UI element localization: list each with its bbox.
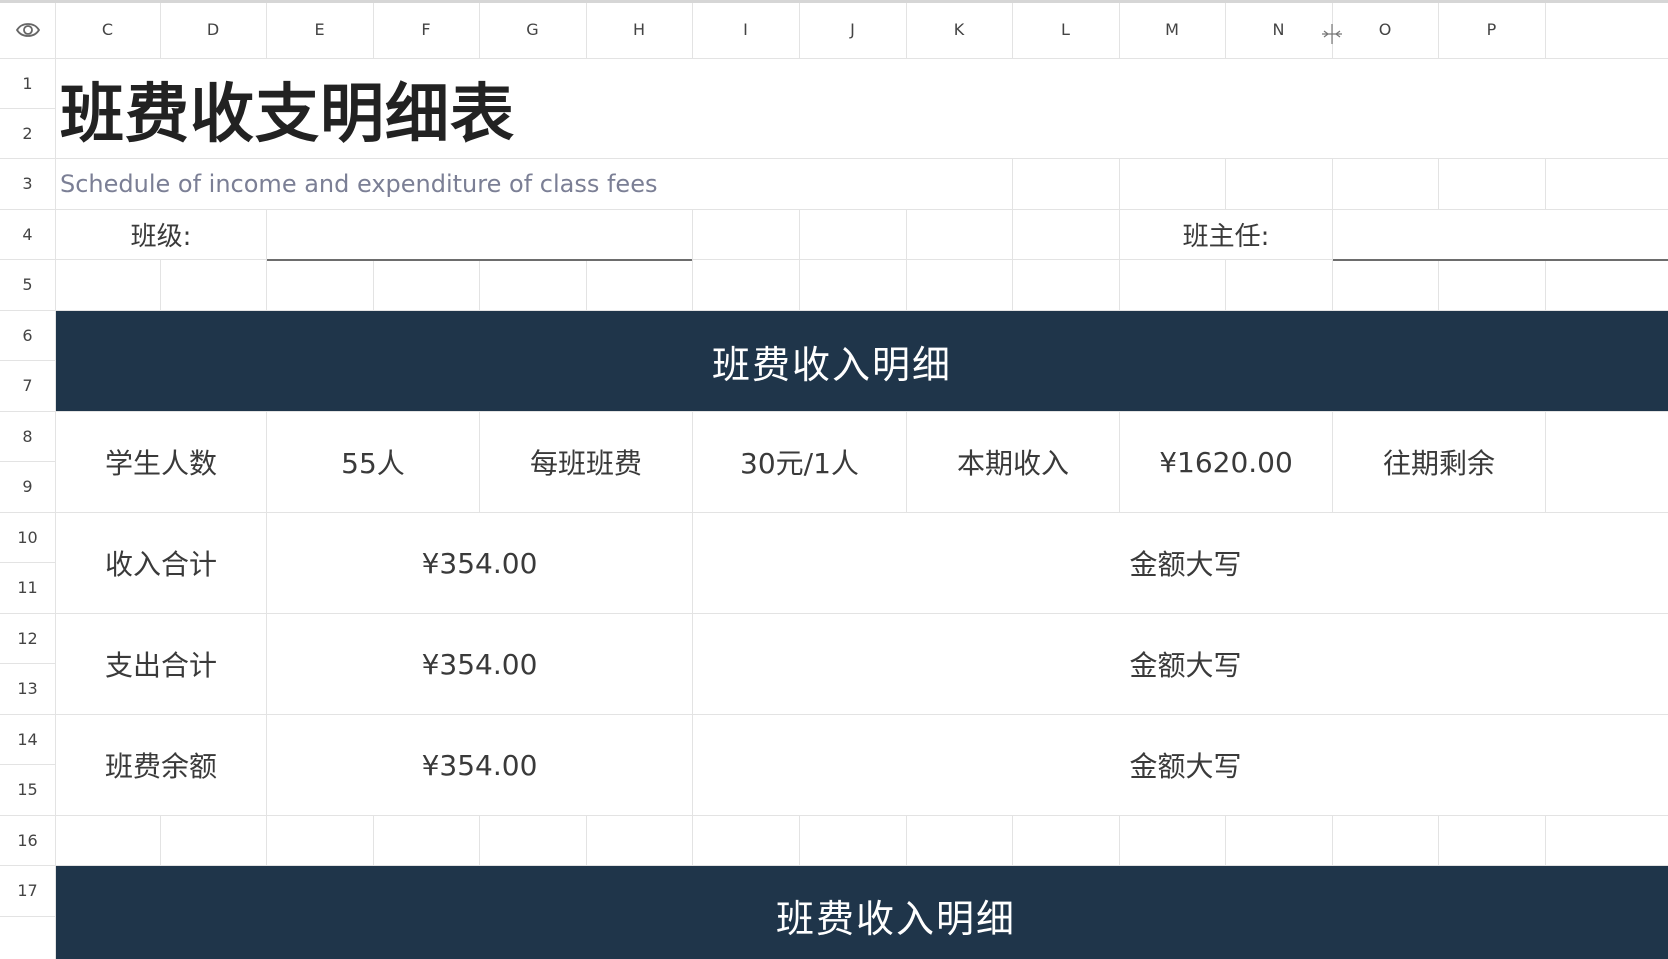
column-header[interactable]: D <box>160 0 266 58</box>
row-header[interactable]: 4 <box>0 209 55 259</box>
income-total-label-cell[interactable]: 收入合计 <box>56 513 266 613</box>
row-header[interactable]: 16 <box>0 815 55 865</box>
previous-label-cell[interactable]: 往期剩余 <box>1333 412 1545 512</box>
subtitle-cell[interactable]: Schedule of income and expenditure of cl… <box>56 159 910 209</box>
expense-total-label: 支出合计 <box>104 649 217 682</box>
visibility-toggle[interactable] <box>14 18 42 42</box>
income-value-cell[interactable]: ¥1620.00 <box>1120 412 1332 512</box>
income-section-header[interactable]: 班费收入明细 <box>56 311 1668 411</box>
students-value: 55人 <box>341 447 405 480</box>
column-header[interactable]: I <box>692 0 799 58</box>
teacher-label-cell[interactable]: 班主任: <box>1120 210 1332 259</box>
column-header[interactable]: K <box>906 0 1012 58</box>
income-total-amount-cell[interactable]: ¥354.00 <box>267 513 692 613</box>
balance-words-label: 金额大写 <box>1129 750 1242 783</box>
row-header[interactable]: 7 <box>0 360 55 410</box>
expense-total-words-cell[interactable]: 金额大写 <box>693 614 1668 714</box>
expense-total-words-label: 金额大写 <box>1129 649 1242 682</box>
row-header[interactable]: 13 <box>0 663 55 713</box>
row-header[interactable]: 11 <box>0 562 55 612</box>
column-header[interactable]: E <box>266 0 373 58</box>
column-resize-handle[interactable] <box>1320 22 1344 46</box>
balance-words-cell[interactable]: 金额大写 <box>693 715 1668 815</box>
balance-label-cell[interactable]: 班费余额 <box>56 715 266 815</box>
row-header[interactable]: 17 <box>0 865 55 915</box>
expense-section-header[interactable]: 班费收入明细 <box>56 866 1668 959</box>
expense-total-amount-cell[interactable]: ¥354.00 <box>267 614 692 714</box>
row-header[interactable]: 2 <box>0 108 55 158</box>
expense-total-label-cell[interactable]: 支出合计 <box>56 614 266 714</box>
row-header[interactable]: 8 <box>0 411 55 461</box>
column-header[interactable]: O <box>1332 0 1438 58</box>
fee-value: 30元/1人 <box>740 447 859 480</box>
class-label: 班级: <box>130 222 192 252</box>
students-label-cell[interactable]: 学生人数 <box>56 412 266 512</box>
column-header[interactable]: M <box>1119 0 1225 58</box>
column-header[interactable]: F <box>373 0 479 58</box>
column-header[interactable]: H <box>586 0 692 58</box>
row-header[interactable]: 10 <box>0 512 55 562</box>
income-label-cell[interactable]: 本期收入 <box>907 412 1119 512</box>
row-header[interactable]: 9 <box>0 461 55 511</box>
fee-label: 每班班费 <box>529 447 642 480</box>
previous-label: 往期剩余 <box>1382 447 1495 480</box>
balance-amount: ¥354.00 <box>421 748 538 782</box>
expense-total-amount: ¥354.00 <box>421 647 538 681</box>
row-header[interactable]: 15 <box>0 764 55 814</box>
eye-icon <box>15 23 41 37</box>
students-label: 学生人数 <box>104 447 217 480</box>
row-header[interactable]: 6 <box>0 310 55 360</box>
subtitle: Schedule of income and expenditure of cl… <box>60 170 658 198</box>
income-total-label: 收入合计 <box>104 548 217 581</box>
expense-section-title: 班费收入明细 <box>776 897 1017 941</box>
class-label-cell[interactable]: 班级: <box>56 210 266 259</box>
column-header[interactable]: N <box>1225 0 1332 58</box>
income-total-words-label: 金额大写 <box>1129 548 1242 581</box>
balance-amount-cell[interactable]: ¥354.00 <box>267 715 692 815</box>
column-header[interactable]: J <box>799 0 906 58</box>
row-header[interactable]: 5 <box>0 259 55 309</box>
income-total-words-cell[interactable]: 金额大写 <box>693 513 1668 613</box>
row-header[interactable]: 12 <box>0 613 55 663</box>
income-value: ¥1620.00 <box>1159 445 1293 479</box>
income-label: 本期收入 <box>956 447 1069 480</box>
column-header[interactable]: L <box>1012 0 1119 58</box>
balance-label: 班费余额 <box>104 750 217 783</box>
class-input-cell[interactable] <box>267 210 692 261</box>
fee-value-cell[interactable]: 30元/1人 <box>693 412 906 512</box>
row-header[interactable]: 14 <box>0 714 55 764</box>
resize-columns-icon <box>1322 24 1342 44</box>
column-header[interactable]: C <box>55 0 160 58</box>
income-total-amount: ¥354.00 <box>421 546 538 580</box>
teacher-label: 班主任: <box>1182 222 1270 252</box>
teacher-input-cell[interactable] <box>1333 210 1668 261</box>
income-section-title: 班费收入明细 <box>711 342 952 387</box>
column-header[interactable]: P <box>1438 0 1545 58</box>
column-header[interactable]: G <box>479 0 586 58</box>
row-header[interactable]: 1 <box>0 58 55 108</box>
fee-label-cell[interactable]: 每班班费 <box>480 412 692 512</box>
students-value-cell[interactable]: 55人 <box>267 412 479 512</box>
sheet-title-cell[interactable]: 班费收支明细表 <box>56 59 1668 158</box>
sheet-title: 班费收支明细表 <box>60 77 515 152</box>
row-header[interactable]: 3 <box>0 158 55 208</box>
